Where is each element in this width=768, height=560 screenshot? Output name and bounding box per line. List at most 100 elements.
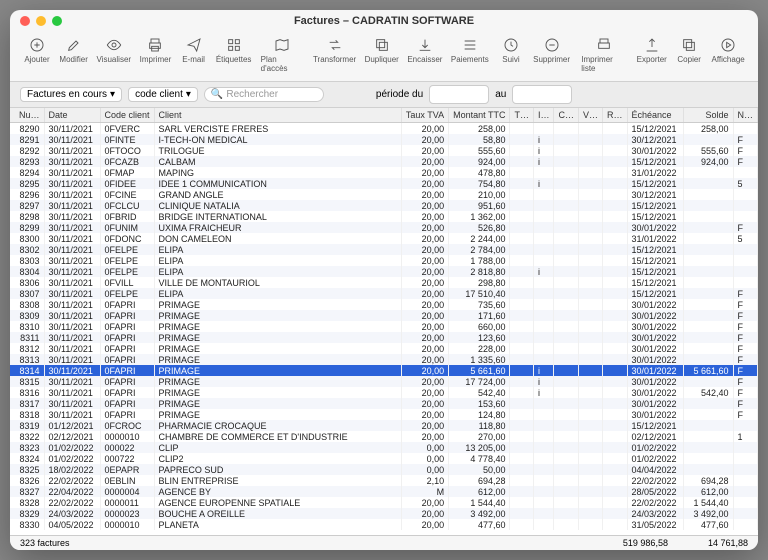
printer-icon	[595, 36, 613, 54]
table-row[interactable]: 830430/11/20210FELPEELIPA20,002 818,80i1…	[10, 266, 758, 277]
copy-icon	[373, 36, 391, 54]
table-row[interactable]: 831630/11/20210FAPRIPRIMAGE20,00542,40i3…	[10, 387, 758, 398]
play-icon	[719, 36, 737, 54]
table-row[interactable]: 829130/11/20210FINTEI-TECH-ON MEDICAL20,…	[10, 134, 758, 145]
cash-button[interactable]: Encaisser	[404, 34, 446, 66]
table-row[interactable]: 830230/11/20210FELPEELIPA20,002 784,0015…	[10, 244, 758, 255]
col-num[interactable]: Nu…	[10, 108, 44, 123]
send-icon	[185, 36, 203, 54]
col-n[interactable]: N…	[733, 108, 758, 123]
table-row[interactable]: 829830/11/20210FBRIDBRIDGE INTERNATIONAL…	[10, 211, 758, 222]
table-row[interactable]: 830730/11/20210FELPEELIPA20,0017 510,401…	[10, 288, 758, 299]
table-row[interactable]: 831030/11/20210FAPRIPRIMAGE20,00660,0030…	[10, 321, 758, 332]
map-button[interactable]: Plan d'accès	[257, 34, 308, 75]
search-icon: 🔍	[211, 89, 223, 100]
transform-icon	[326, 36, 344, 54]
table-row[interactable]: 829330/11/20210FCAZBCALBAM20,00924,00i15…	[10, 156, 758, 167]
add-button[interactable]: Ajouter	[20, 34, 54, 66]
search-input[interactable]: 🔍Rechercher	[204, 87, 324, 102]
table-row[interactable]: 831730/11/20210FAPRIPRIMAGE20,00153,6030…	[10, 398, 758, 409]
share-icon	[643, 36, 661, 54]
view-button[interactable]: Visualiser	[93, 34, 134, 66]
copy-button[interactable]: Copier	[672, 34, 706, 66]
table-row[interactable]: 831330/11/20210FAPRIPRIMAGE20,001 335,60…	[10, 354, 758, 365]
table-row[interactable]: 832622/02/20220EBLINBLIN ENTREPRISE2,106…	[10, 475, 758, 486]
print-list-button[interactable]: Imprimer liste	[577, 34, 631, 75]
clock-icon	[502, 36, 520, 54]
chevron-down-icon: ▾	[110, 89, 115, 100]
table-row[interactable]: 831130/11/20210FAPRIPRIMAGE20,00123,6030…	[10, 332, 758, 343]
table-row[interactable]: 830930/11/20210FAPRIPRIMAGE20,00171,6030…	[10, 310, 758, 321]
col-solde[interactable]: Solde	[683, 108, 733, 123]
table-row[interactable]: 830330/11/20210FELPEELIPA20,001 788,0015…	[10, 255, 758, 266]
col-i[interactable]: I…	[533, 108, 554, 123]
table-row[interactable]: 831530/11/20210FAPRIPRIMAGE20,0017 724,0…	[10, 376, 758, 387]
col-r[interactable]: R…	[603, 108, 628, 123]
date-from-input[interactable]	[429, 85, 489, 104]
col-t[interactable]: T…	[510, 108, 534, 123]
chevron-down-icon: ▾	[186, 89, 191, 100]
map-icon	[273, 36, 291, 54]
table-row[interactable]: 829030/11/20210FVERCSARL VERCISTE FRERES…	[10, 123, 758, 135]
payments-button[interactable]: Paiements	[448, 34, 492, 66]
table-row[interactable]: 831830/11/20210FAPRIPRIMAGE20,00124,8030…	[10, 409, 758, 420]
table-scroll[interactable]: Nu… Date Code client Client Taux TVA Mon…	[10, 108, 758, 535]
col-tva[interactable]: Taux TVA	[401, 108, 448, 123]
delete-button[interactable]: Supprimer	[530, 34, 573, 66]
table-row[interactable]: 831430/11/20210FAPRIPRIMAGE20,005 661,60…	[10, 365, 758, 376]
labels-button[interactable]: Étiquettes	[213, 34, 255, 66]
pencil-icon	[65, 36, 83, 54]
filter-status[interactable]: Factures en cours▾	[20, 87, 122, 102]
track-button[interactable]: Suivi	[494, 34, 528, 66]
filter-field[interactable]: code client▾	[128, 87, 198, 102]
display-button[interactable]: Affichage	[708, 34, 748, 66]
transform-button[interactable]: Transformer	[310, 34, 359, 66]
table-row[interactable]: 832722/04/20220000004AGENCE BYM612,0028/…	[10, 486, 758, 497]
table-row[interactable]: 831901/12/20210FCROCPHARMACIE CROCAQUE20…	[10, 420, 758, 431]
col-v[interactable]: V…	[578, 108, 602, 123]
app-window: Factures – CADRATIN SOFTWARE Ajouter Mod…	[10, 10, 758, 550]
table-row[interactable]: 832518/02/20220EPAPRPAPRECO SUD0,0050,00…	[10, 464, 758, 475]
table-row[interactable]: 832924/03/20220000023BOUCHE A OREILLE20,…	[10, 508, 758, 519]
period-to-label: au	[495, 89, 506, 100]
toolbar: Ajouter Modifier Visualiser Imprimer E-m…	[10, 32, 758, 82]
invoices-table: Nu… Date Code client Client Taux TVA Mon…	[10, 108, 758, 530]
duplicate-button[interactable]: Dupliquer	[361, 34, 402, 66]
table-row[interactable]: 830830/11/20210FAPRIPRIMAGE20,00735,6030…	[10, 299, 758, 310]
col-date[interactable]: Date	[44, 108, 100, 123]
titlebar: Factures – CADRATIN SOFTWARE	[10, 10, 758, 32]
table-row[interactable]: 833004/05/20220000010PLANETA20,00477,603…	[10, 519, 758, 530]
copy-icon	[680, 36, 698, 54]
print-button[interactable]: Imprimer	[136, 34, 174, 66]
email-button[interactable]: E-mail	[177, 34, 211, 66]
col-ttc[interactable]: Montant TTC	[449, 108, 510, 123]
col-c[interactable]: C…	[554, 108, 579, 123]
col-code[interactable]: Code client	[100, 108, 154, 123]
table-row[interactable]: 829730/11/20210FCLCUCLINIQUE NATALIA20,0…	[10, 200, 758, 211]
table-row[interactable]: 829530/11/20210FIDEEIDEE 1 COMMUNICATION…	[10, 178, 758, 189]
edit-button[interactable]: Modifier	[56, 34, 91, 66]
plus-circle-icon	[28, 36, 46, 54]
grid-icon	[225, 36, 243, 54]
table-row[interactable]: 829430/11/20210FMAPMAPING20,00478,8031/0…	[10, 167, 758, 178]
list-icon	[461, 36, 479, 54]
export-button[interactable]: Exporter	[633, 34, 670, 66]
table-row[interactable]: 831230/11/20210FAPRIPRIMAGE20,00228,0030…	[10, 343, 758, 354]
download-icon	[416, 36, 434, 54]
table-row[interactable]: 832822/02/20220000011AGENCE EUROPENNE SP…	[10, 497, 758, 508]
minus-circle-icon	[543, 36, 561, 54]
eye-icon	[105, 36, 123, 54]
table-row[interactable]: 829230/11/20210FTOCOTRILOGUE20,00555,60i…	[10, 145, 758, 156]
table-row[interactable]: 830030/11/20210FDONCDON CAMELEON20,002 2…	[10, 233, 758, 244]
table-row[interactable]: 829630/11/20210FCINEGRAND ANGLE20,00210,…	[10, 189, 758, 200]
date-to-input[interactable]	[512, 85, 572, 104]
table-row[interactable]: 832301/02/2022000022CLIP0,0013 205,0001/…	[10, 442, 758, 453]
printer-icon	[146, 36, 164, 54]
col-ech[interactable]: Échéance	[627, 108, 683, 123]
table-row[interactable]: 832401/02/2022000722CLIP20,004 778,4001/…	[10, 453, 758, 464]
table-row[interactable]: 829930/11/20210FUNIMUXIMA FRAICHEUR20,00…	[10, 222, 758, 233]
filter-bar: Factures en cours▾ code client▾ 🔍Recherc…	[10, 82, 758, 108]
col-client[interactable]: Client	[154, 108, 401, 123]
table-row[interactable]: 830630/11/20210FVILLVILLE DE MONTAURIOL2…	[10, 277, 758, 288]
table-row[interactable]: 832202/12/20210000010CHAMBRE DE COMMERCE…	[10, 431, 758, 442]
